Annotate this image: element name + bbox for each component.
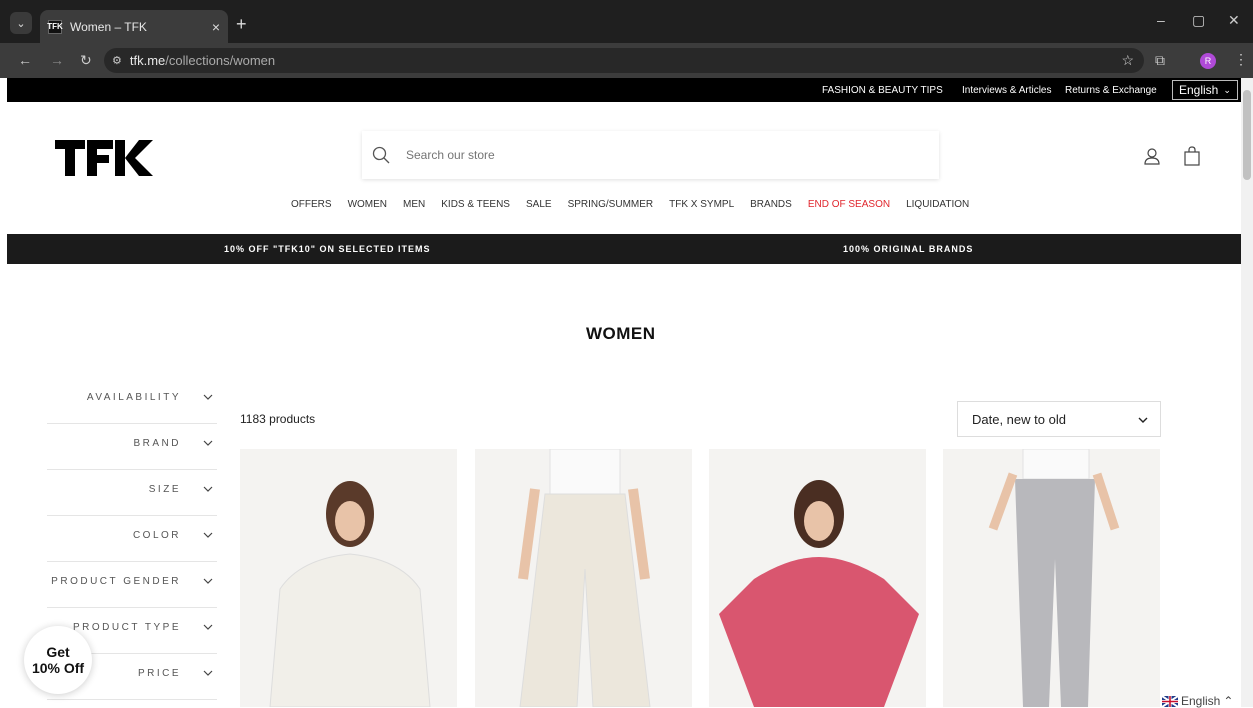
- language-select[interactable]: English ⌄: [1172, 80, 1238, 100]
- filter-label: COLOR: [132, 530, 181, 541]
- sort-select[interactable]: Date, new to old: [957, 401, 1161, 437]
- main-navigation: OFFERS WOMEN MEN KIDS & TEENS SALE SPRIN…: [291, 199, 969, 210]
- page-scrollbar[interactable]: [1241, 78, 1253, 707]
- utility-bar: FASHION & BEAUTY TIPS Interviews & Artic…: [7, 78, 1241, 102]
- sort-select-value: Date, new to old: [972, 411, 1066, 427]
- filter-label: SIZE: [148, 484, 181, 495]
- nav-liquidation[interactable]: LIQUIDATION: [906, 199, 969, 210]
- filter-label: AVAILABILITY: [86, 392, 181, 403]
- back-icon[interactable]: ←: [18, 52, 32, 68]
- discount-line-1: Get: [46, 644, 70, 660]
- nav-spring-summer[interactable]: SPRING/SUMMER: [568, 199, 654, 210]
- language-select-value: English: [1179, 83, 1219, 97]
- product-image: [943, 449, 1160, 707]
- filter-size[interactable]: SIZE: [47, 470, 217, 516]
- nav-end-of-season[interactable]: END OF SEASON: [808, 199, 890, 210]
- nav-kids-teens[interactable]: KIDS & TEENS: [441, 199, 510, 210]
- minimize-icon[interactable]: –: [1157, 12, 1165, 28]
- browser-menu-icon[interactable]: ⋮: [1234, 51, 1248, 68]
- promo-discount-text: 10% OFF "TFK10" ON SELECTED ITEMS: [224, 244, 431, 254]
- window-close-icon[interactable]: ✕: [1228, 12, 1240, 29]
- promo-original-brands-text: 100% ORIGINAL BRANDS: [843, 244, 974, 254]
- product-card-cream-wide-leg-pants[interactable]: [475, 449, 692, 707]
- nav-tfk-x-sympl[interactable]: TFK X SYMPL: [669, 199, 734, 210]
- chevron-down-icon: ⌄: [1223, 84, 1231, 95]
- nav-women[interactable]: WOMEN: [348, 199, 387, 210]
- discount-popup-button[interactable]: Get 10% Off: [24, 626, 92, 694]
- product-card-white-knit-poncho[interactable]: [240, 449, 457, 707]
- chevron-up-icon: ⌃: [1223, 694, 1234, 708]
- chevron-down-icon: [203, 440, 213, 446]
- chevron-down-icon: [203, 670, 213, 676]
- extensions-icon[interactable]: ⧉: [1155, 52, 1165, 69]
- discount-line-2: 10% Off: [31, 660, 85, 676]
- filter-availability[interactable]: AVAILABILITY: [47, 378, 217, 424]
- search-input[interactable]: [406, 148, 886, 162]
- forward-icon[interactable]: →: [50, 52, 64, 68]
- product-card-silver-metallic-leggings[interactable]: [943, 449, 1160, 707]
- url-text: tfk.me/collections/women: [129, 53, 276, 68]
- new-tab-button[interactable]: +: [236, 14, 247, 35]
- language-widget-label: English: [1181, 694, 1221, 708]
- language-widget[interactable]: English ⌃: [1162, 694, 1233, 708]
- address-bar[interactable]: ⚙ tfk.me/collections/women ☆: [104, 48, 1144, 73]
- collection-title: WOMEN: [586, 324, 656, 343]
- filter-color[interactable]: COLOR: [47, 516, 217, 562]
- browser-tab[interactable]: TFK Women – TFK ×: [40, 10, 228, 43]
- nav-brands[interactable]: BRANDS: [750, 199, 792, 210]
- profile-avatar[interactable]: R: [1200, 53, 1216, 69]
- product-card-pink-crochet-poncho[interactable]: [709, 449, 926, 707]
- chevron-down-icon: [203, 394, 213, 400]
- chevron-down-icon: [203, 532, 213, 538]
- chevron-down-icon: [203, 624, 213, 630]
- chevron-down-icon: [203, 578, 213, 584]
- filter-label: BRAND: [133, 438, 181, 449]
- maximize-icon[interactable]: ▢: [1192, 12, 1205, 29]
- tab-close-icon[interactable]: ×: [212, 19, 220, 35]
- nav-offers[interactable]: OFFERS: [291, 199, 332, 210]
- product-image: [240, 449, 457, 707]
- promo-bar: 10% OFF "TFK10" ON SELECTED ITEMS 100% O…: [7, 234, 1241, 264]
- search-bar[interactable]: [362, 131, 939, 179]
- product-image: [475, 449, 692, 707]
- filter-label: PRODUCT TYPE: [73, 622, 181, 633]
- link-fashion-beauty-tips[interactable]: FASHION & BEAUTY TIPS: [822, 85, 943, 96]
- link-returns-exchange[interactable]: Returns & Exchange: [1065, 85, 1157, 96]
- chevron-down-icon: [203, 486, 213, 492]
- tfk-logo-graphic: [55, 140, 153, 176]
- search-icon[interactable]: [372, 146, 390, 164]
- site-info-icon[interactable]: ⚙: [112, 54, 122, 67]
- nav-men[interactable]: MEN: [403, 199, 425, 210]
- nav-sale[interactable]: SALE: [526, 199, 552, 210]
- filter-brand[interactable]: BRAND: [47, 424, 217, 470]
- reload-icon[interactable]: ↻: [80, 52, 92, 69]
- product-image: [709, 449, 926, 707]
- product-count: 1183 products: [240, 412, 316, 426]
- scrollbar-thumb[interactable]: [1243, 90, 1251, 180]
- filter-label: PRICE: [137, 668, 181, 679]
- tab-search-button[interactable]: ⌄: [10, 12, 32, 34]
- link-interviews-articles[interactable]: Interviews & Articles: [962, 85, 1051, 96]
- cart-bag-icon[interactable]: [1183, 146, 1201, 166]
- tab-title: Women – TFK: [70, 19, 147, 34]
- store-logo[interactable]: [55, 134, 155, 180]
- browser-toolbar: ← → ↻ ⚙ tfk.me/collections/women ☆ ⧉ R ⋮: [0, 43, 1253, 78]
- filter-product-gender[interactable]: PRODUCT GENDER: [47, 562, 217, 608]
- tab-favicon-icon: TFK: [47, 19, 63, 34]
- bookmark-star-icon[interactable]: ☆: [1121, 52, 1134, 69]
- account-icon[interactable]: [1143, 147, 1161, 165]
- browser-tab-strip: ⌄ TFK Women – TFK × + – ▢ ✕: [0, 0, 1253, 43]
- filter-label: PRODUCT GENDER: [51, 576, 181, 587]
- chevron-down-icon: [1138, 417, 1148, 423]
- uk-flag-icon: [1162, 695, 1178, 707]
